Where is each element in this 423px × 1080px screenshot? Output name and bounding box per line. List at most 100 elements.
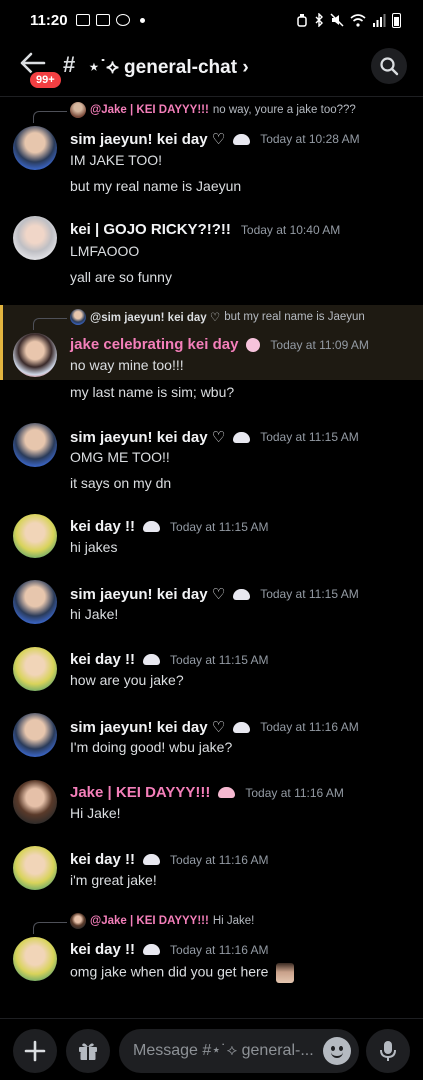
message-text-row: omg jake when did you get here (70, 963, 295, 983)
message-text: hi jakes (70, 539, 118, 555)
username[interactable]: kei | GOJO RICKY?!?!! (70, 221, 231, 238)
reply-connector (33, 111, 67, 123)
avatar[interactable] (13, 580, 57, 624)
message-header: kei day !! Today at 11:15 AM (70, 651, 269, 668)
avatar[interactable] (13, 780, 57, 824)
bunny-emoji-icon (246, 337, 261, 352)
reply-avatar (70, 913, 86, 929)
status-time: 11:20 (30, 11, 68, 29)
timestamp: Today at 11:16 AM (245, 785, 344, 800)
search-button[interactable] (371, 48, 407, 84)
cloud-emoji-icon (143, 521, 161, 532)
message-header: sim jaeyun! kei day ♡ Today at 11:15 AM (70, 585, 359, 603)
gift-button[interactable] (66, 1029, 110, 1073)
avatar[interactable] (13, 423, 57, 467)
unread-badge: 99+ (28, 70, 63, 90)
add-attachment-button[interactable] (13, 1029, 57, 1073)
username[interactable]: kei day !! (70, 941, 135, 958)
cloud-emoji-icon (233, 721, 251, 733)
header-divider (0, 96, 423, 97)
username[interactable]: sim jaeyun! kei day ♡ (70, 585, 225, 603)
cloud-emoji-icon (233, 588, 251, 600)
bluetooth-icon (315, 13, 323, 27)
reply-preview[interactable]: @Jake | KEI DAYYY!!! no way, youre a jak… (70, 102, 356, 118)
message-header: kei | GOJO RICKY?!?!! Today at 10:40 AM (70, 221, 340, 238)
timestamp: Today at 11:15 AM (170, 519, 269, 534)
message-header: sim jaeyun! kei day ♡ Today at 11:16 AM (70, 718, 359, 736)
username[interactable]: kei day !! (70, 851, 135, 868)
message-header: kei day !! Today at 11:15 AM (70, 518, 269, 535)
reply-preview[interactable]: @sim jaeyun! kei day ♡ but my real name … (70, 309, 365, 325)
search-icon (380, 57, 399, 76)
reply-author: @Jake | KEI DAYYY!!! (90, 104, 209, 116)
cloud-emoji-icon (143, 854, 161, 865)
username[interactable]: kei day !! (70, 518, 135, 535)
message-header: sim jaeyun! kei day ♡ Today at 10:28 AM (70, 130, 360, 148)
username[interactable]: kei day !! (70, 651, 135, 668)
cloud-emoji-icon (233, 133, 251, 145)
message-header: jake celebrating kei day Today at 11:09 … (70, 336, 369, 353)
username[interactable]: jake celebrating kei day (70, 336, 238, 353)
timestamp: Today at 11:15 AM (170, 652, 269, 667)
message-text: LMFAOOO (70, 243, 140, 259)
avatar[interactable] (13, 514, 57, 558)
mute-icon (330, 13, 344, 27)
message-input[interactable] (133, 1042, 313, 1060)
reply-preview[interactable]: @Jake | KEI DAYYY!!! Hi Jake! (70, 913, 254, 929)
more-notifications-dot (139, 17, 145, 23)
signal-icon (373, 13, 386, 27)
message-input-wrapper (119, 1029, 359, 1073)
username[interactable]: sim jaeyun! kei day ♡ (70, 130, 225, 148)
channel-title[interactable]: ⋆˙⟡ general-chat › (88, 56, 249, 79)
avatar[interactable] (13, 937, 57, 981)
avatar[interactable] (13, 333, 57, 377)
message-header: Jake | KEI DAYYY!!! Today at 11:16 AM (70, 784, 344, 801)
avatar[interactable] (13, 216, 57, 260)
message-text: but my real name is Jaeyun (70, 178, 242, 194)
username[interactable]: sim jaeyun! kei day ♡ (70, 428, 225, 446)
message-text: I'm doing good! wbu jake? (70, 739, 233, 755)
wifi-icon (350, 13, 366, 27)
avatar[interactable] (13, 647, 57, 691)
username[interactable]: Jake | KEI DAYYY!!! (70, 784, 210, 801)
message-composer (0, 1018, 423, 1080)
timestamp: Today at 10:28 AM (260, 132, 360, 146)
message-text: it says on my dn (70, 475, 172, 491)
timestamp: Today at 11:09 AM (270, 337, 369, 352)
avatar[interactable] (13, 713, 57, 757)
reply-author: @Jake | KEI DAYYY!!! (90, 915, 209, 927)
battery-icon (392, 12, 401, 28)
avatar[interactable] (13, 126, 57, 170)
message-header: kei day !! Today at 11:16 AM (70, 851, 269, 868)
timestamp: Today at 11:16 AM (260, 720, 359, 734)
image-notification-icon (75, 14, 90, 26)
message-text: no way mine too!!! (70, 357, 184, 373)
microphone-icon (380, 1041, 396, 1061)
voice-message-button[interactable] (366, 1029, 410, 1073)
avatar[interactable] (13, 846, 57, 890)
reply-text: Hi Jake! (212, 915, 255, 927)
message-header: sim jaeyun! kei day ♡ Today at 11:15 AM (70, 428, 359, 446)
message-text: IM JAKE TOO! (70, 152, 163, 168)
reply-author: @sim jaeyun! kei day ♡ (90, 312, 221, 324)
message-text: i'm great jake! (70, 872, 157, 888)
reply-text: no way, youre a jake too??? (212, 104, 356, 116)
brain-emoji-icon (218, 787, 236, 798)
cloud-emoji-icon (143, 654, 161, 665)
reply-avatar (70, 102, 86, 118)
emoji-button[interactable] (323, 1037, 351, 1065)
timestamp: Today at 11:16 AM (170, 942, 269, 957)
username[interactable]: sim jaeyun! kei day ♡ (70, 718, 225, 736)
chat-notification-icon (95, 14, 110, 26)
custom-emoji (276, 963, 295, 983)
message-header: kei day !! Today at 11:16 AM (70, 941, 269, 958)
cloud-emoji-icon (233, 431, 251, 443)
reply-text: but my real name is Jaeyun (224, 311, 365, 323)
reply-connector (33, 318, 67, 330)
reply-avatar (70, 309, 86, 325)
cloud-emoji-icon (143, 944, 161, 955)
timestamp: Today at 10:40 AM (240, 222, 341, 237)
hash-icon: # (63, 52, 76, 77)
status-bar: 11:20 (0, 0, 423, 40)
timestamp: Today at 11:15 AM (260, 587, 359, 601)
